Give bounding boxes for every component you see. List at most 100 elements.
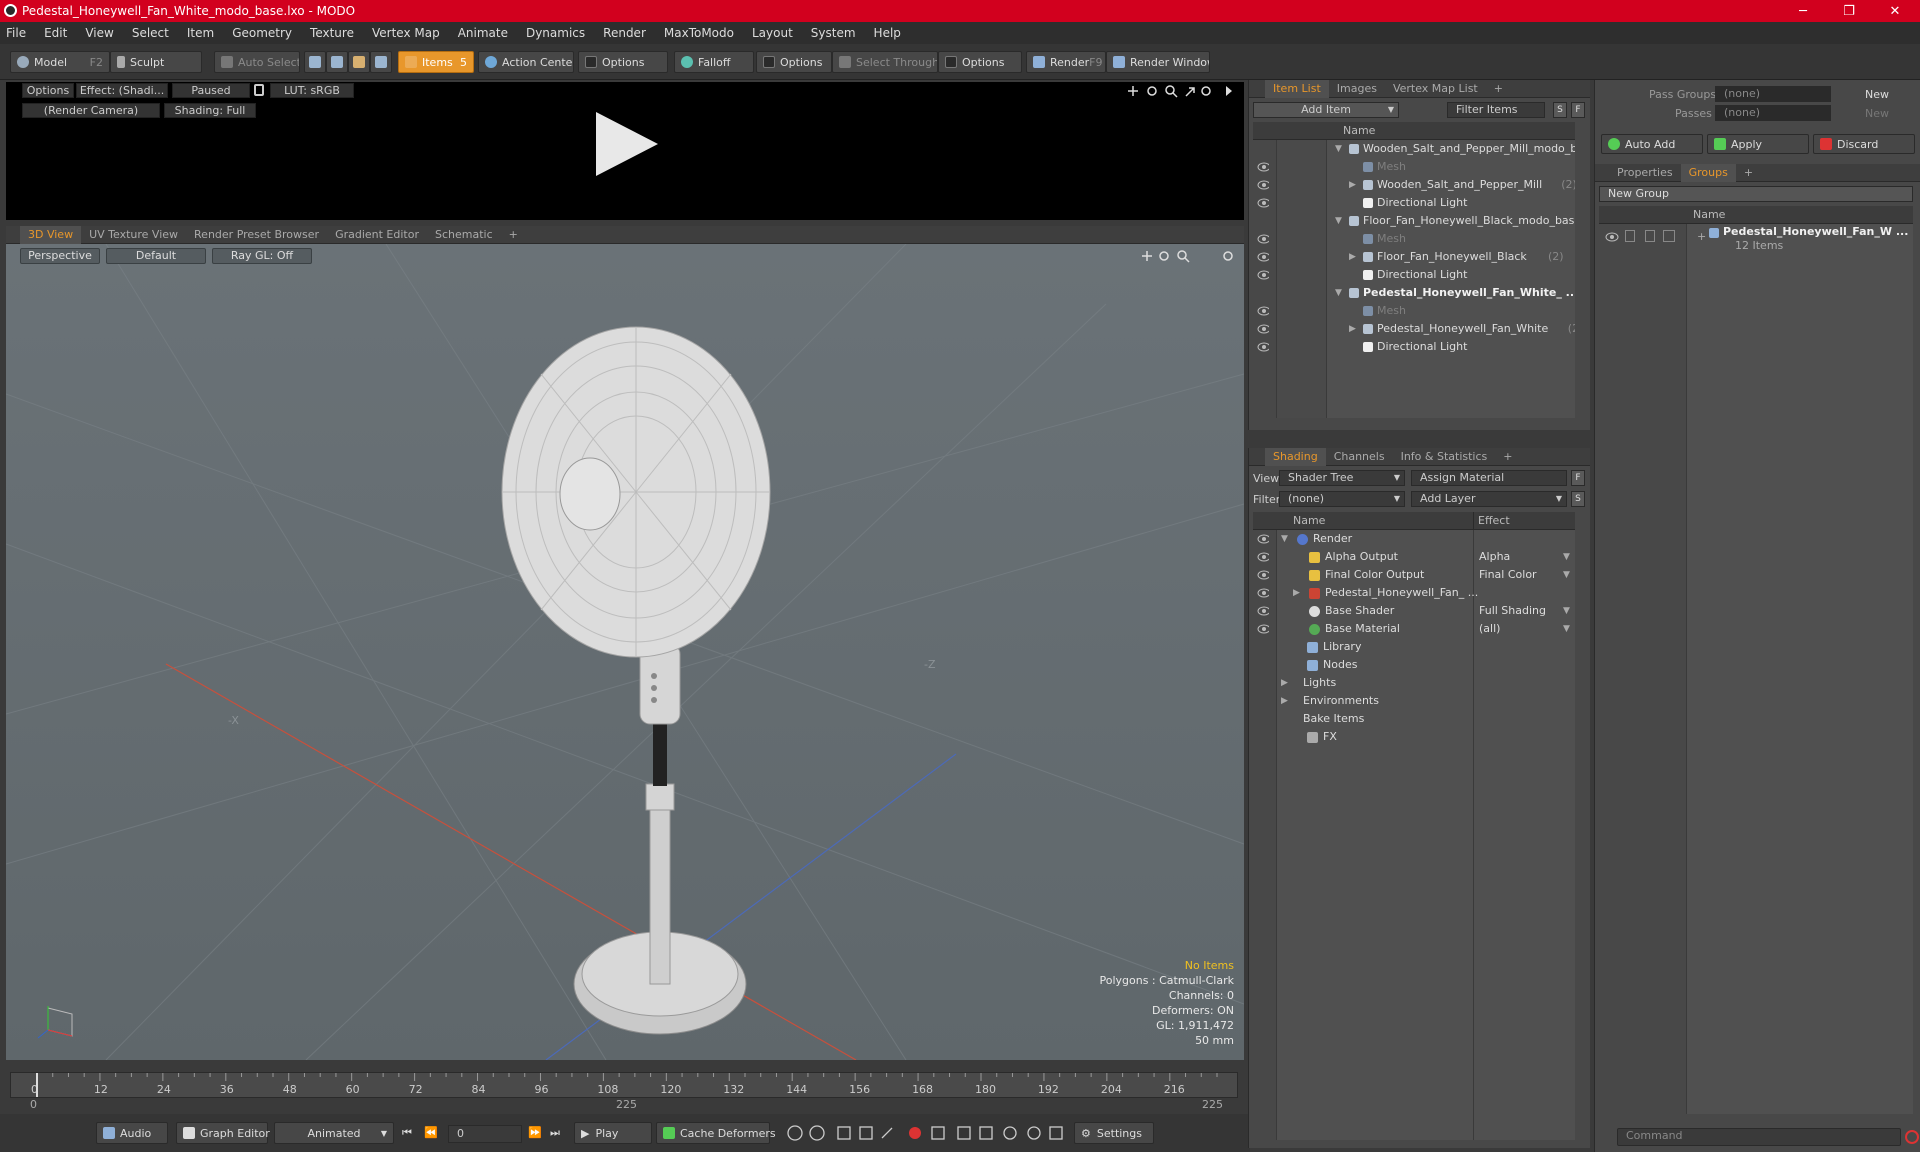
shader-tree-row[interactable]: ▶ Environments [1253,692,1575,710]
preview-options-button[interactable]: Options [22,83,74,98]
menu-help[interactable]: Help [874,26,901,40]
auto-select-button[interactable]: Auto Select [214,51,300,73]
items-mode-button[interactable]: Items 5 [398,51,474,73]
expand-arrow-icon[interactable]: ▶ [1349,248,1356,266]
minimize-button[interactable]: ─ [1780,0,1826,22]
tab-gradient-editor[interactable]: Gradient Editor [327,226,427,244]
effect-value[interactable]: Alpha [1479,548,1510,566]
render-button[interactable]: Render F9 [1026,51,1106,73]
chevron-down-icon[interactable]: ▼ [1563,566,1570,584]
shader-tree-row[interactable]: FX [1253,728,1575,746]
action-center-button[interactable]: Action Center [478,51,574,73]
item-list-row[interactable]: ▼ Wooden_Salt_and_Pepper_Mill_modo_b ... [1253,140,1575,158]
collapse-arrow-icon[interactable]: ▼ [1335,212,1342,230]
item-list-row[interactable]: ▼ Pedestal_Honeywell_Fan_White_ ... [1253,284,1575,302]
eye-icon[interactable] [1257,198,1269,208]
collapse-arrow-icon[interactable]: ▼ [1335,284,1342,302]
timeline[interactable]: 0 12 24 36 48 60 72 84 96 108 120 132 144 156 168 180 19… [6,1066,1244,1112]
sculpt-mode-button[interactable]: Sculpt [110,51,202,73]
menu-render[interactable]: Render [603,26,646,40]
step-back-icon[interactable]: ⏪ [424,1126,438,1139]
playhead[interactable] [36,1073,38,1097]
tab-channels[interactable]: Channels [1326,448,1393,466]
item-list-row[interactable]: Directional Light [1253,338,1575,356]
play-icon[interactable] [592,110,660,178]
new-pass-group-button[interactable]: New [1865,88,1889,101]
eye-icon[interactable] [1257,288,1269,298]
shading-s-button[interactable]: S [1571,491,1585,507]
apply-button[interactable]: Apply [1707,134,1809,154]
filter-items-input[interactable]: Filter Items [1447,102,1545,118]
action-center-options-button[interactable]: Options [578,51,668,73]
add-tab-icon[interactable]: + [1495,448,1520,466]
new-pass-button[interactable]: New [1865,107,1889,120]
item-list-row[interactable]: ▶ Pedestal_Honeywell_Fan_White (2) [1253,320,1575,338]
item-list-row[interactable]: ▶ Floor_Fan_Honeywell_Black (2) [1253,248,1575,266]
shader-tree-row[interactable]: ▶ Lights [1253,674,1575,692]
settings-button[interactable]: ⚙ Settings [1074,1122,1154,1144]
audio-button[interactable]: Audio [96,1122,168,1144]
group-row[interactable]: + Pedestal_Honeywell_Fan_W ... 12 Items [1599,224,1913,256]
effect-value[interactable]: Final Color [1479,566,1537,584]
item-list-row[interactable]: Directional Light [1253,194,1575,212]
eye-icon[interactable] [1257,624,1269,634]
effect-dropdown[interactable]: Effect: (Shadi... [76,83,168,98]
menu-layout[interactable]: Layout [752,26,793,40]
animated-dropdown[interactable]: Animated ▼ [274,1122,394,1144]
play-button[interactable]: ▶ Play [574,1122,652,1144]
menu-texture[interactable]: Texture [310,26,354,40]
shader-tree-row[interactable]: Base Material (all) ▼ [1253,620,1575,638]
chevron-down-icon[interactable]: ▼ [1563,602,1570,620]
auto-add-button[interactable]: Auto Add [1601,134,1703,154]
viewport-canvas[interactable]: Perspective Default Ray GL: Off -X -Z No… [6,244,1244,1060]
menu-vertex-map[interactable]: Vertex Map [372,26,440,40]
add-tab-icon[interactable]: + [1486,80,1511,98]
tab-render-preset-browser[interactable]: Render Preset Browser [186,226,327,244]
tab-shading[interactable]: Shading [1265,447,1326,466]
tab-item-list[interactable]: Item List [1265,79,1329,98]
model-mode-button[interactable]: Model F2 [10,51,110,73]
expand-arrow-icon[interactable]: ▶ [1281,692,1288,710]
tab-groups[interactable]: Groups [1680,163,1736,182]
preview-tools-icon[interactable] [1126,84,1238,98]
shader-tree-row[interactable]: Bake Items [1253,710,1575,728]
skip-end-icon[interactable]: ⏭ [550,1126,560,1140]
effect-value[interactable]: Full Shading [1479,602,1546,620]
eye-icon[interactable] [1257,306,1269,316]
menu-system[interactable]: System [811,26,856,40]
shading-f-button[interactable]: F [1571,470,1585,486]
tab-uv-texture-view[interactable]: UV Texture View [81,226,186,244]
maximize-button[interactable]: ❐ [1826,0,1872,22]
eye-icon[interactable] [1257,162,1269,172]
command-input[interactable]: Command [1617,1128,1901,1146]
filter-f-button[interactable]: F [1571,102,1585,118]
materials-mode-button[interactable] [370,51,392,73]
menu-edit[interactable]: Edit [44,26,67,40]
shader-tree-row[interactable]: ▼ Render [1253,530,1575,548]
timeline-ruler[interactable]: 0 12 24 36 48 60 72 84 96 108 120 132 144 156 168 180 19… [10,1072,1238,1098]
eye-icon[interactable] [1257,552,1269,562]
viewport-nav-icon[interactable] [1140,249,1240,263]
menu-maxtomodo[interactable]: MaxToModo [664,26,734,40]
lut-dropdown[interactable]: LUT: sRGB [270,83,354,98]
shader-tree-row[interactable]: ▶ Pedestal_Honeywell_Fan_ ... [1253,584,1575,602]
tab-vertex-map-list[interactable]: Vertex Map List [1385,80,1486,98]
item-list-row[interactable]: Directional Light [1253,266,1575,284]
expand-icon[interactable]: + [1697,230,1706,243]
lock-toggle[interactable] [1645,230,1655,242]
eye-icon[interactable] [1257,342,1269,352]
item-list-row[interactable]: Mesh [1253,230,1575,248]
menu-dynamics[interactable]: Dynamics [526,26,585,40]
collapse-arrow-icon[interactable]: ▼ [1281,530,1288,548]
menu-animate[interactable]: Animate [458,26,508,40]
eye-icon[interactable] [1257,216,1269,226]
menu-item[interactable]: Item [187,26,214,40]
effect-value[interactable]: (all) [1479,620,1500,638]
paused-button[interactable]: Paused [172,83,250,98]
eye-icon[interactable] [1257,144,1269,154]
raygl-dropdown[interactable]: Ray GL: Off [212,248,312,264]
render-toggle[interactable] [1625,230,1635,242]
tab-images[interactable]: Images [1329,80,1385,98]
eye-icon[interactable] [1257,588,1269,598]
expand-arrow-icon[interactable]: ▶ [1293,584,1300,602]
